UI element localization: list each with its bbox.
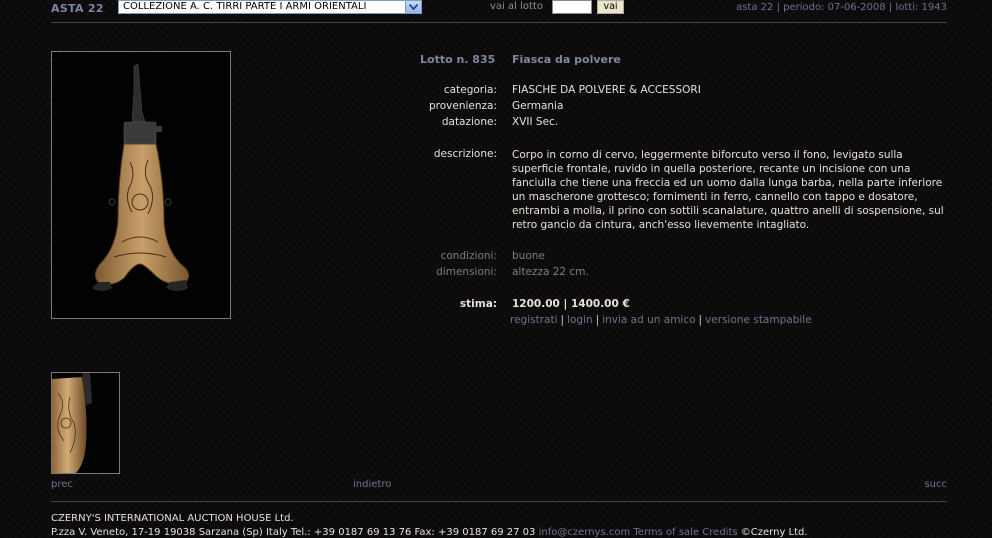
company-address: P.zza V. Veneto, 17-19 19038 Sarzana (Sp…	[51, 527, 808, 538]
credits-link[interactable]: Credits	[702, 527, 737, 538]
estimate-label: stima:	[459, 298, 497, 310]
back-link[interactable]: indietro	[353, 479, 391, 490]
terms-link[interactable]: Terms of sale	[633, 527, 699, 538]
copyright: ©Czerny Ltd.	[740, 527, 808, 538]
send-to-friend-link[interactable]: invia ad un amico	[602, 314, 695, 326]
auction-info: asta 22 | periodo: 07-06-2008 | lotti: 1…	[736, 2, 947, 13]
prev-link[interactable]: prec	[51, 479, 73, 490]
company-name: CZERNY'S INTERNATIONAL AUCTION HOUSE Ltd…	[51, 513, 294, 524]
collection-select[interactable]: COLLEZIONE A. C. TIRRI PARTE I ARMI ORIE…	[118, 0, 422, 14]
dating-value: XVII Sec.	[512, 116, 559, 128]
dating-label: datazione:	[441, 116, 497, 128]
printable-version-link[interactable]: versione stampabile	[705, 314, 812, 326]
divider: |	[595, 314, 600, 326]
description-label: descrizione:	[433, 148, 497, 160]
email-link[interactable]: info@czernys.com	[539, 527, 631, 538]
condition-value: buone	[512, 250, 545, 262]
lot-number: Lotto n. 835	[420, 53, 496, 66]
dimensions-label: dimensioni:	[436, 266, 497, 278]
goto-lot-button[interactable]: vai	[597, 0, 624, 14]
condition-label: condizioni:	[440, 250, 497, 262]
category-label: categoria:	[443, 84, 497, 96]
provenance-label: provenienza:	[428, 100, 497, 112]
dimensions-value: altezza 22 cm.	[512, 266, 589, 278]
powder-flask-thumbnail	[52, 373, 92, 473]
provenance-value: Germania	[512, 100, 564, 112]
lot-thumbnail[interactable]	[51, 372, 120, 474]
powder-flask-illustration	[92, 63, 190, 291]
lot-title: Fiasca da polvere	[512, 53, 621, 66]
footer-divider	[51, 501, 947, 502]
auction-label: ASTA 22	[51, 2, 104, 15]
next-link[interactable]: succ	[924, 479, 947, 490]
divider: |	[560, 314, 565, 326]
address-text: P.zza V. Veneto, 17-19 19038 Sarzana (Sp…	[51, 527, 536, 538]
collection-select-value: COLLEZIONE A. C. TIRRI PARTE I ARMI ORIE…	[123, 1, 367, 12]
register-link[interactable]: registrati	[510, 314, 558, 326]
lot-main-image[interactable]	[51, 51, 231, 319]
category-value: FIASCHE DA POLVERE & ACCESSORI	[512, 84, 701, 96]
top-divider	[51, 22, 947, 23]
estimate-value: 1200.00 | 1400.00 €	[512, 298, 630, 310]
goto-lot-label: vai al lotto	[490, 1, 543, 12]
description-text: Corpo in corno di cervo, leggermente bif…	[512, 149, 944, 231]
goto-lot-input[interactable]	[552, 0, 592, 14]
chevron-down-icon[interactable]	[405, 1, 421, 13]
login-link[interactable]: login	[567, 314, 593, 326]
lot-actions: registrati | login | invia ad un amico | versi…	[510, 314, 812, 326]
divider: |	[698, 314, 703, 326]
